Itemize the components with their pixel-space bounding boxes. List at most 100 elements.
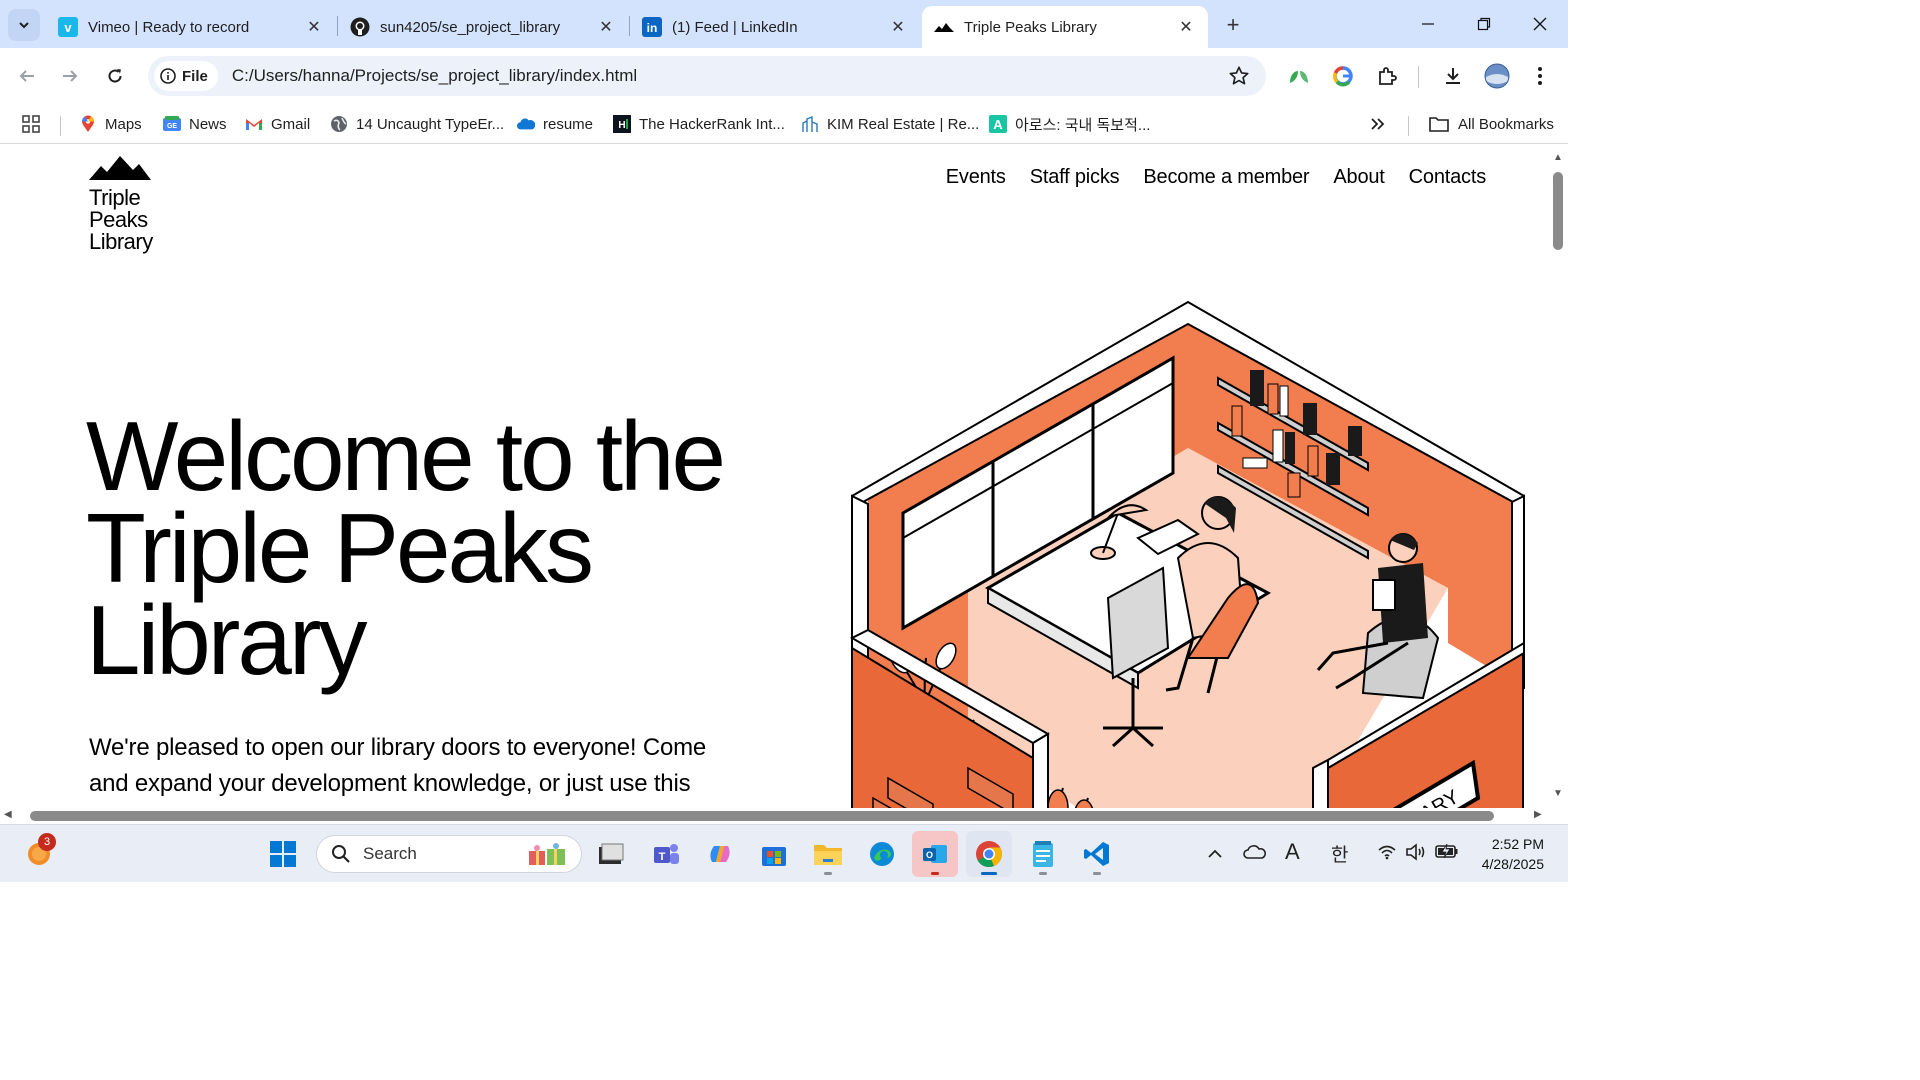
bookmark-label: News: [189, 115, 227, 133]
bookmark-hackerrank[interactable]: H The HackerRank Int...: [613, 112, 785, 136]
onedrive-tray-button[interactable]: [1243, 844, 1267, 865]
scroll-down-icon[interactable]: ▼: [1553, 788, 1563, 799]
notification-badge: 3: [38, 833, 56, 851]
scroll-right-icon[interactable]: ▶: [1534, 809, 1542, 820]
chrome-app[interactable]: [966, 831, 1012, 877]
teams-app[interactable]: T: [643, 831, 689, 877]
bookmark-label: 아로스: 국내 독보적...: [1015, 116, 1151, 134]
bookmark-arose[interactable]: A 아로스: 국내 독보적...: [989, 112, 1150, 136]
google-icon: [1332, 66, 1353, 87]
bookmark-news[interactable]: GE News: [163, 112, 227, 136]
battery-button[interactable]: [1435, 843, 1459, 864]
tab-search-button[interactable]: [8, 9, 40, 41]
vscode-app[interactable]: [1074, 831, 1120, 877]
scroll-left-icon[interactable]: ◀: [4, 809, 12, 820]
more-bookmarks-button[interactable]: [1370, 112, 1386, 136]
nav-link-contacts[interactable]: Contacts: [1409, 166, 1487, 189]
info-icon: [160, 68, 176, 84]
maps-icon: [79, 115, 97, 133]
back-button[interactable]: [11, 60, 43, 92]
avatar: [1484, 63, 1510, 89]
close-icon[interactable]: ✕: [888, 17, 908, 37]
notepad-icon: [1033, 841, 1053, 867]
taskbar-search[interactable]: Search: [316, 835, 582, 873]
close-icon[interactable]: ✕: [304, 17, 324, 37]
reload-button[interactable]: [99, 60, 131, 92]
notepad-app[interactable]: [1020, 831, 1066, 877]
file-explorer-app[interactable]: [805, 831, 851, 877]
logo-line: Library: [89, 229, 153, 254]
extension-leaf-button[interactable]: [1283, 60, 1315, 92]
bookmark-maps[interactable]: Maps: [79, 112, 142, 136]
folder-icon: [1428, 115, 1450, 133]
system-clock[interactable]: 2:52 PM 4/28/2025: [1482, 834, 1544, 874]
bookmark-label: 14 Uncaught TypeEr...: [356, 115, 505, 133]
profile-button[interactable]: [1481, 60, 1513, 92]
chevron-down-icon: [19, 22, 29, 29]
ime-indicator[interactable]: 한: [1331, 840, 1348, 867]
extensions-button[interactable]: [1371, 60, 1403, 92]
tab-linkedin[interactable]: in (1) Feed | LinkedIn ✕: [630, 6, 920, 48]
new-tab-button[interactable]: +: [1220, 12, 1246, 38]
downloads-button[interactable]: [1437, 60, 1469, 92]
bookmark-label: The HackerRank Int...: [639, 115, 785, 133]
logo-line: Triple: [89, 185, 141, 210]
start-button[interactable]: [260, 831, 306, 877]
font-indicator[interactable]: A: [1285, 839, 1300, 865]
google-extension-button[interactable]: [1327, 60, 1359, 92]
tab-triple-peaks[interactable]: Triple Peaks Library ✕: [922, 6, 1208, 48]
tab-vimeo[interactable]: v Vimeo | Ready to record ✕: [46, 6, 336, 48]
bookmark-kim-real-estate[interactable]: KIM Real Estate | Re...: [801, 112, 979, 136]
running-indicator: [1093, 872, 1101, 875]
hero-title-line: Triple Peaks: [86, 493, 594, 603]
nav-link-become-a-member[interactable]: Become a member: [1143, 166, 1309, 189]
task-view-app[interactable]: [588, 831, 634, 877]
news-icon: GE: [163, 115, 181, 133]
apps-button[interactable]: [22, 112, 40, 136]
mountains-logo-icon: [89, 156, 151, 180]
hero-description: We're pleased to open our library doors …: [89, 734, 707, 797]
clock-time: 2:52 PM: [1491, 836, 1544, 852]
forward-button[interactable]: [54, 60, 86, 92]
menu-button[interactable]: [1524, 60, 1556, 92]
bookmark-star-button[interactable]: [1228, 65, 1250, 92]
edge-app[interactable]: [859, 831, 905, 877]
store-icon: [762, 847, 786, 866]
outlook-app[interactable]: O: [912, 831, 958, 877]
site-logo[interactable]: Triple Peaks Library: [89, 156, 189, 253]
horizontal-scroll-thumb[interactable]: [30, 811, 1494, 821]
network-button[interactable]: [1378, 844, 1396, 865]
site-navigation: Events Staff picks Become a member About…: [946, 166, 1486, 189]
horizontal-scrollbar[interactable]: ◀ ▶: [0, 808, 1548, 824]
linkedin-icon: in: [642, 17, 662, 37]
speaker-icon: [1406, 843, 1425, 861]
volume-button[interactable]: [1405, 843, 1427, 866]
hero-title-line: Library: [86, 585, 368, 695]
copilot-app[interactable]: [697, 831, 743, 877]
site-info-chip[interactable]: File: [154, 61, 218, 91]
scroll-up-icon[interactable]: ▲: [1553, 152, 1563, 163]
close-icon[interactable]: ✕: [1176, 17, 1196, 37]
vertical-scroll-thumb[interactable]: [1553, 172, 1563, 250]
tab-github[interactable]: sun4205/se_project_library ✕: [338, 6, 628, 48]
hackerrank-icon: H: [613, 115, 631, 133]
nav-link-staff-picks[interactable]: Staff picks: [1030, 166, 1120, 189]
address-bar[interactable]: File C:/Users/hanna/Projects/se_project_…: [148, 56, 1266, 96]
bookmark-resume[interactable]: resume: [517, 112, 593, 136]
nav-link-about[interactable]: About: [1333, 166, 1384, 189]
download-icon: [1446, 68, 1460, 84]
all-bookmarks-label: All Bookmarks: [1458, 115, 1554, 133]
nav-link-events[interactable]: Events: [946, 166, 1006, 189]
url-text[interactable]: C:/Users/hanna/Projects/se_project_libra…: [232, 66, 637, 86]
vertical-scrollbar[interactable]: ▲ ▼: [1548, 148, 1568, 808]
microsoft-store-app[interactable]: [751, 831, 797, 877]
minimize-button[interactable]: [1400, 0, 1456, 48]
gmail-icon: [245, 115, 263, 133]
close-window-button[interactable]: [1512, 0, 1568, 48]
show-hidden-icons-button[interactable]: [1207, 843, 1223, 864]
close-icon[interactable]: ✕: [596, 17, 616, 37]
bookmark-gmail[interactable]: Gmail: [245, 112, 310, 136]
bookmark-typeerror[interactable]: 14 Uncaught TypeEr...: [330, 112, 504, 136]
all-bookmarks-button[interactable]: All Bookmarks: [1428, 112, 1554, 136]
restore-button[interactable]: [1456, 0, 1512, 48]
